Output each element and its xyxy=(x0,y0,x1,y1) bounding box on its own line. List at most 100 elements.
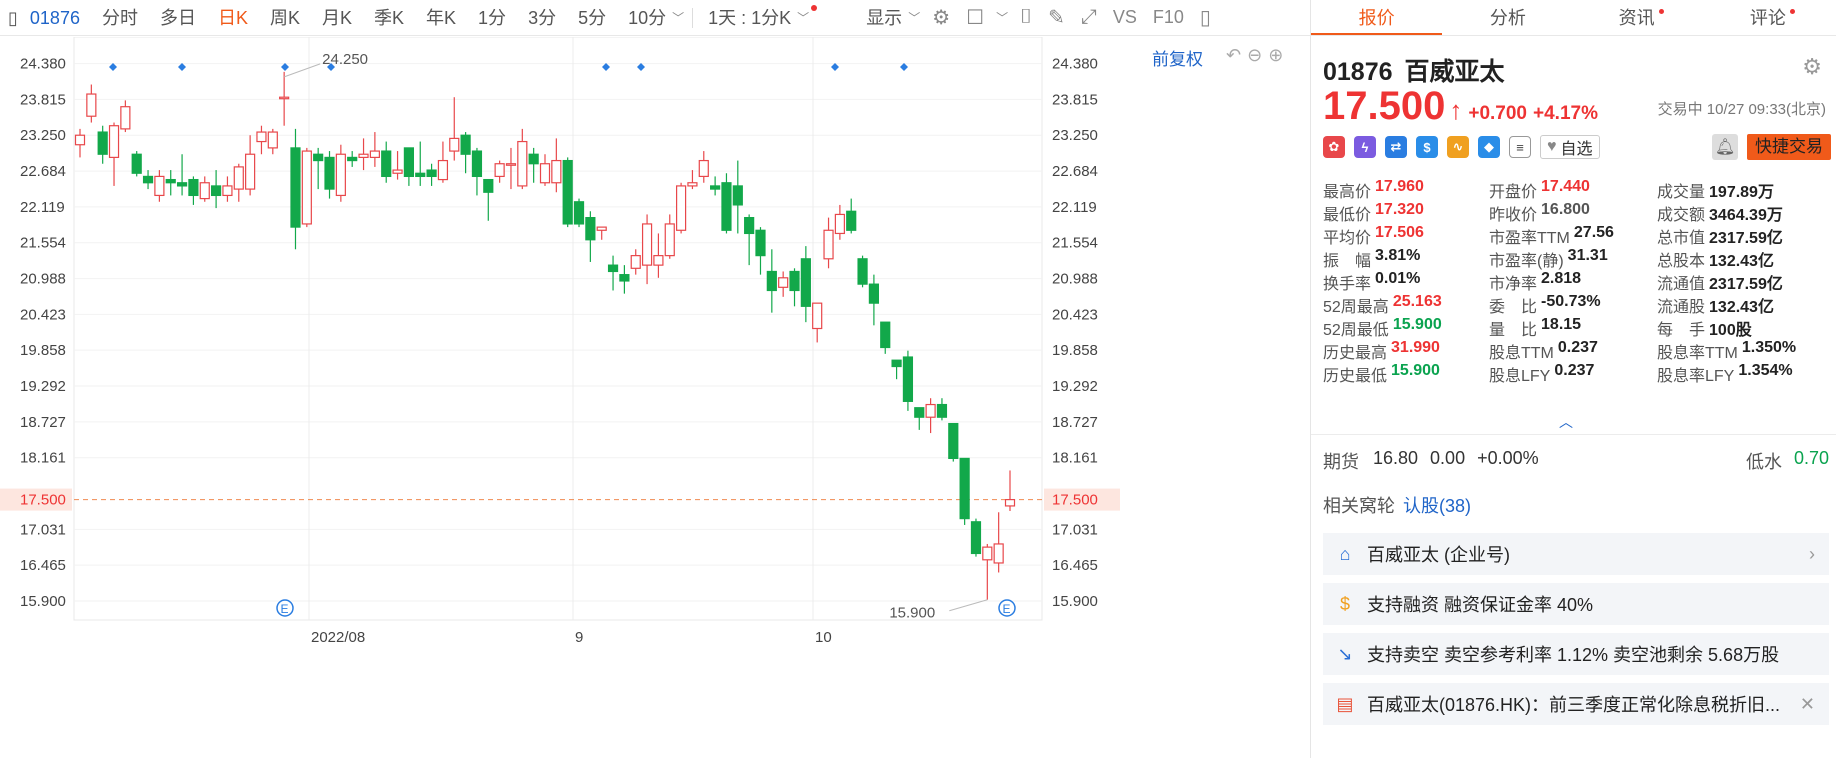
camera-icon[interactable]: ⌷ xyxy=(1012,6,1040,29)
stat-value: 100股 xyxy=(1709,321,1752,339)
sidebar-toggle-icon[interactable]: ▯ xyxy=(0,0,22,36)
tab-10min[interactable]: 10分 xyxy=(617,0,668,36)
pencil-icon[interactable]: ✎ xyxy=(1040,5,1073,30)
chevron-down-icon[interactable]: ﹀ xyxy=(668,9,688,26)
divider xyxy=(1311,434,1836,435)
stat-value: -50.73% xyxy=(1541,292,1601,310)
collapse-icon[interactable]: ︿ xyxy=(1559,412,1573,432)
trend-icon[interactable]: ∿ xyxy=(1447,136,1469,158)
candle-body xyxy=(449,137,460,152)
stat-cell: 股息率LFY 1.354% xyxy=(1657,362,1835,386)
stat-value: 16.800 xyxy=(1541,200,1590,218)
tab-5min[interactable]: 5分 xyxy=(567,0,617,36)
stat-label: 平均价 xyxy=(1323,229,1372,247)
candle-body xyxy=(347,156,358,162)
stat-value: 1.354% xyxy=(1738,361,1793,379)
card-company-account[interactable]: ⌂ 百威亚太 (企业号) › xyxy=(1323,533,1829,575)
stat-cell: 成交量 197.89万 xyxy=(1657,178,1835,202)
kline-chart[interactable]: 24.380 24.380 23.815 23.815 23.250 23.250 22.6… xyxy=(0,37,1310,758)
fullscreen-icon[interactable]: ⤢ xyxy=(1073,6,1105,29)
display-select[interactable]: 显示 xyxy=(855,0,904,36)
tab-3min[interactable]: 3分 xyxy=(517,0,567,36)
candle-body xyxy=(210,185,222,197)
hk-flower-icon[interactable]: ✿ xyxy=(1323,136,1345,158)
card-short-selling[interactable]: ↘ 支持卖空 卖空参考利率 1.12% 卖空池剩余 5.68万股 xyxy=(1323,633,1829,675)
candle-body xyxy=(936,403,948,418)
quick-trade-button[interactable]: 快捷交易 xyxy=(1747,134,1831,160)
chevron-down-icon[interactable]: ﹀ xyxy=(904,9,924,26)
chevron-down-icon[interactable]: ﹀ xyxy=(793,9,813,26)
warrants-link[interactable]: 认股(38) xyxy=(1403,496,1471,516)
stat-cell: 每 手 100股 xyxy=(1657,316,1835,340)
tab-weekly-k[interactable]: 周K xyxy=(259,0,311,36)
note-icon[interactable]: ≡ xyxy=(1509,136,1531,158)
tab-daily-k[interactable]: 日K xyxy=(207,0,259,36)
stats-row: 历史最低 15.900 股息LFY 0.237 股息率LFY 1.354% xyxy=(1323,362,1835,385)
f10-icon[interactable]: F10 xyxy=(1145,7,1192,28)
gear-icon[interactable]: ⚙ xyxy=(924,5,958,30)
tab-monthly-k[interactable]: 月K xyxy=(311,0,363,36)
stats-row: 52周最低 15.900 量 比 18.15 每 手 100股 xyxy=(1323,316,1835,339)
stat-label: 昨收价 xyxy=(1489,206,1538,224)
stat-cell: 委 比 -50.73% xyxy=(1489,293,1657,317)
compare-icon[interactable]: VS xyxy=(1105,7,1145,28)
candle-body xyxy=(154,175,165,197)
stat-cell: 股息率TTM 1.350% xyxy=(1657,339,1835,363)
stat-cell: 换手率 0.01% xyxy=(1323,270,1489,294)
stock-code[interactable]: 01876 xyxy=(22,0,91,36)
stat-value: 17.440 xyxy=(1541,177,1590,195)
candle-body xyxy=(108,125,120,159)
candle-body xyxy=(165,178,176,184)
tab-analysis[interactable]: 分析 xyxy=(1442,0,1573,35)
y-tick-label-right: 19.858 xyxy=(1052,342,1098,359)
kline-chart-svg[interactable]: 24.380 24.380 23.815 23.815 23.250 23.250 22.6… xyxy=(0,37,1310,758)
stats-row: 历史最高 31.990 股息TTM 0.237 股息率TTM 1.350% xyxy=(1323,339,1835,362)
candle-body xyxy=(222,185,233,197)
candle-body xyxy=(517,140,528,187)
close-icon[interactable]: ✕ xyxy=(1800,694,1815,715)
interval-select[interactable]: 1天 : 1分K xyxy=(697,0,793,36)
y-tick-label-left: 17.500 xyxy=(20,492,66,509)
tab-quote[interactable]: 报价 xyxy=(1311,0,1443,35)
stats-row: 平均价 17.506 市盈率TTM 27.56 总市值 2317.59亿 xyxy=(1323,224,1835,247)
y-tick-label-right: 17.500 xyxy=(1052,492,1098,509)
dollar-icon[interactable]: $ xyxy=(1416,136,1438,158)
tab-yearly-k[interactable]: 年K xyxy=(415,0,467,36)
candle-body xyxy=(834,213,845,235)
stat-label: 股息LFY xyxy=(1489,367,1551,385)
stat-cell: 开盘价 17.440 xyxy=(1489,178,1657,202)
square-icon[interactable]: ☐ xyxy=(958,5,992,30)
card-margin[interactable]: $ 支持融资 融资保证金率 40% xyxy=(1323,583,1829,625)
bell-icon[interactable]: 🔔︎ xyxy=(1712,134,1738,160)
tag-icon[interactable]: ◆ xyxy=(1478,136,1500,158)
chevron-right-icon[interactable]: › xyxy=(1809,544,1815,565)
candle-body xyxy=(914,407,925,418)
shuffle-icon[interactable]: ⇄ xyxy=(1385,136,1407,158)
lightning-icon[interactable]: ϟ xyxy=(1354,136,1376,158)
chevron-down-icon[interactable]: ﹀ xyxy=(992,9,1012,26)
discount-value: 0.70 xyxy=(1793,448,1829,468)
warrants-label: 相关窝轮 xyxy=(1323,496,1395,516)
candle-body xyxy=(267,131,278,149)
zoom-in-icon[interactable]: ⊕ xyxy=(1268,45,1283,66)
stat-cell: 市盈率TTM 27.56 xyxy=(1489,224,1657,248)
candle-body xyxy=(233,166,244,190)
watchlist-button[interactable]: ♥ 自选 xyxy=(1540,135,1600,159)
stat-label: 股息率TTM xyxy=(1657,344,1738,362)
tab-quarterly-k[interactable]: 季K xyxy=(363,0,415,36)
zoom-out-icon[interactable]: ⊖ xyxy=(1247,45,1262,66)
tab-label: 分析 xyxy=(1489,8,1526,28)
tab-news[interactable]: 资讯 xyxy=(1574,0,1705,35)
card-news[interactable]: ▤ 百威亚太(01876.HK)：前三季度正常化除息税折旧... ✕ xyxy=(1323,683,1829,725)
tab-1min[interactable]: 1分 xyxy=(467,0,517,36)
panel-toggle-icon[interactable]: ▯ xyxy=(1192,5,1219,30)
adjust-select[interactable]: 前复权 xyxy=(1152,45,1203,70)
reset-icon[interactable]: ↶ xyxy=(1226,45,1241,66)
trading-status: 交易中 10/27 09:33(北京) xyxy=(1657,101,1826,118)
tab-multi-day[interactable]: 多日 xyxy=(149,0,207,36)
y-tick-label-left: 22.119 xyxy=(20,199,65,216)
tab-comments[interactable]: 评论 xyxy=(1705,0,1836,35)
gear-icon[interactable]: ⚙ xyxy=(1802,54,1822,80)
candle-body xyxy=(188,178,199,197)
tab-intraday[interactable]: 分时 xyxy=(91,0,149,36)
